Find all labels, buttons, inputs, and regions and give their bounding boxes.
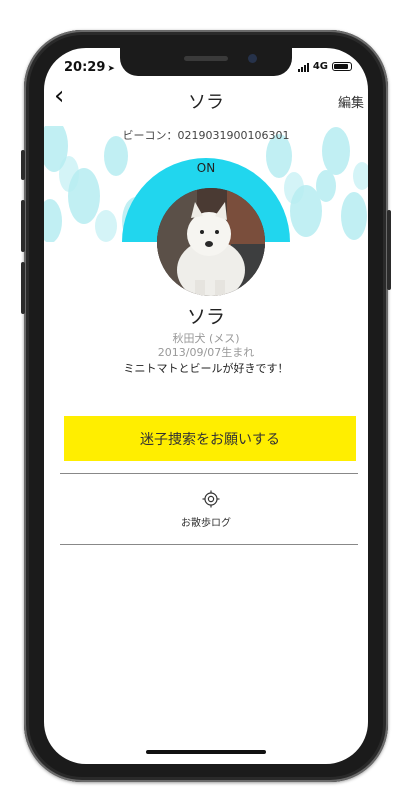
lost-pet-search-button[interactable]: 迷子捜索をお願いする: [64, 416, 356, 461]
power-button: [387, 210, 391, 290]
status-on-label: ON: [196, 161, 216, 175]
walk-log-label: お散歩ログ: [181, 518, 231, 529]
signal-icon: [297, 62, 309, 72]
location-arrow-icon: ➤: [107, 64, 115, 74]
pet-name: ソラ: [186, 306, 225, 328]
volume-up-button: [21, 200, 25, 252]
dog-photo: [157, 188, 265, 296]
edit-button[interactable]: 編集: [338, 92, 364, 111]
app-screen: 20:29 ➤ 4G ‹ ソラ 編集 ビーコン：0219031900106301…: [44, 48, 368, 764]
pet-birthdate: 2013/09/07生まれ: [157, 346, 255, 359]
divider-top: [60, 473, 358, 474]
home-indicator[interactable]: [146, 750, 266, 754]
status-time: 20:29 ➤: [64, 60, 115, 75]
beacon-id: ビーコン：0219031900106301: [122, 129, 290, 142]
status-indicators: 4G: [297, 61, 352, 72]
battery-icon: [332, 62, 352, 71]
mute-switch: [21, 150, 25, 180]
pet-avatar[interactable]: [157, 188, 265, 296]
page-title: ソラ: [188, 92, 224, 113]
target-icon: [202, 490, 220, 508]
network-label: 4G: [312, 61, 328, 72]
volume-down-button: [21, 262, 25, 314]
notch: [120, 48, 292, 76]
divider-bottom: [60, 544, 358, 545]
pet-description: ミニトマトとビールが好きです！: [123, 362, 289, 375]
